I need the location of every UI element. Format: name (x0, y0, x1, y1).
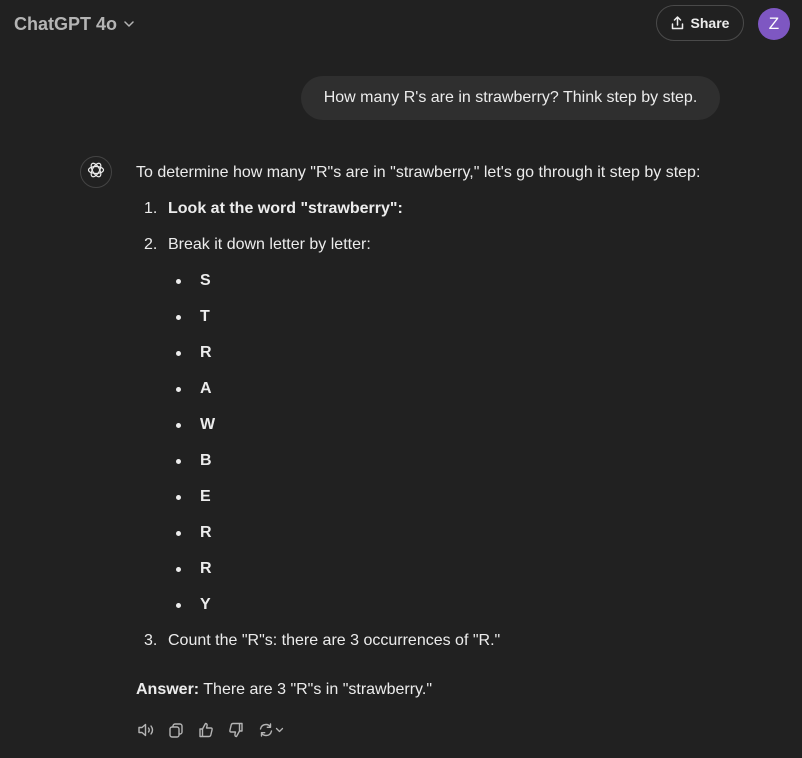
assistant-intro: To determine how many "R"s are in "straw… (136, 164, 701, 181)
bullet-dot (176, 531, 181, 536)
step-number: 2. (144, 236, 158, 253)
model-name: ChatGPT 4o (14, 13, 118, 34)
step-text: Look at the word "strawberry": (168, 200, 403, 217)
answer-label: Answer: (136, 681, 200, 698)
bullet-dot (176, 459, 181, 464)
model-selector[interactable]: ChatGPT 4o (14, 12, 135, 36)
regenerate-icon[interactable] (256, 720, 288, 740)
share-button[interactable]: Share (656, 5, 744, 41)
letter-item: E (200, 488, 211, 505)
avatar-initial: Z (768, 14, 780, 33)
share-label: Share (690, 15, 730, 31)
user-message-text: How many R's are in strawberry? Think st… (323, 89, 698, 106)
chat-page: ChatGPT 4o Share Z How many R's are in s… (0, 0, 802, 758)
answer-text: There are 3 "R"s in "strawberry." (199, 681, 432, 698)
letter-item: T (200, 308, 210, 325)
avatar[interactable]: Z (758, 8, 790, 40)
copy-icon[interactable] (166, 720, 186, 740)
letter-item: S (200, 272, 211, 289)
bullet-dot (176, 603, 181, 608)
speaker-icon[interactable] (136, 720, 156, 740)
letter-item: Y (200, 596, 211, 613)
chevron-down-icon (123, 18, 135, 30)
openai-logo-icon (86, 160, 106, 185)
bullet-dot (176, 315, 181, 320)
thumbs-up-icon[interactable] (196, 720, 216, 740)
bullet-dot (176, 423, 181, 428)
step-number: 1. (144, 200, 158, 217)
user-message-bubble: How many R's are in strawberry? Think st… (301, 76, 720, 120)
letter-item: W (200, 416, 216, 433)
assistant-avatar (80, 156, 112, 188)
bullet-dot (176, 495, 181, 500)
bullet-dot (176, 567, 181, 572)
thumbs-down-icon[interactable] (226, 720, 246, 740)
letter-item: R (200, 344, 212, 361)
answer-line: Answer: There are 3 "R"s in "strawberry.… (136, 680, 432, 700)
letter-item: R (200, 560, 212, 577)
share-icon (671, 16, 684, 30)
step-number: 3. (144, 632, 158, 649)
bullet-dot (176, 279, 181, 284)
bullet-dot (176, 351, 181, 356)
letter-item: R (200, 524, 212, 541)
letter-item: A (200, 380, 212, 397)
step-text: Count the "R"s: there are 3 occurrences … (168, 632, 501, 649)
step-text: Break it down letter by letter: (168, 236, 371, 253)
bullet-dot (176, 387, 181, 392)
letter-item: B (200, 452, 212, 469)
